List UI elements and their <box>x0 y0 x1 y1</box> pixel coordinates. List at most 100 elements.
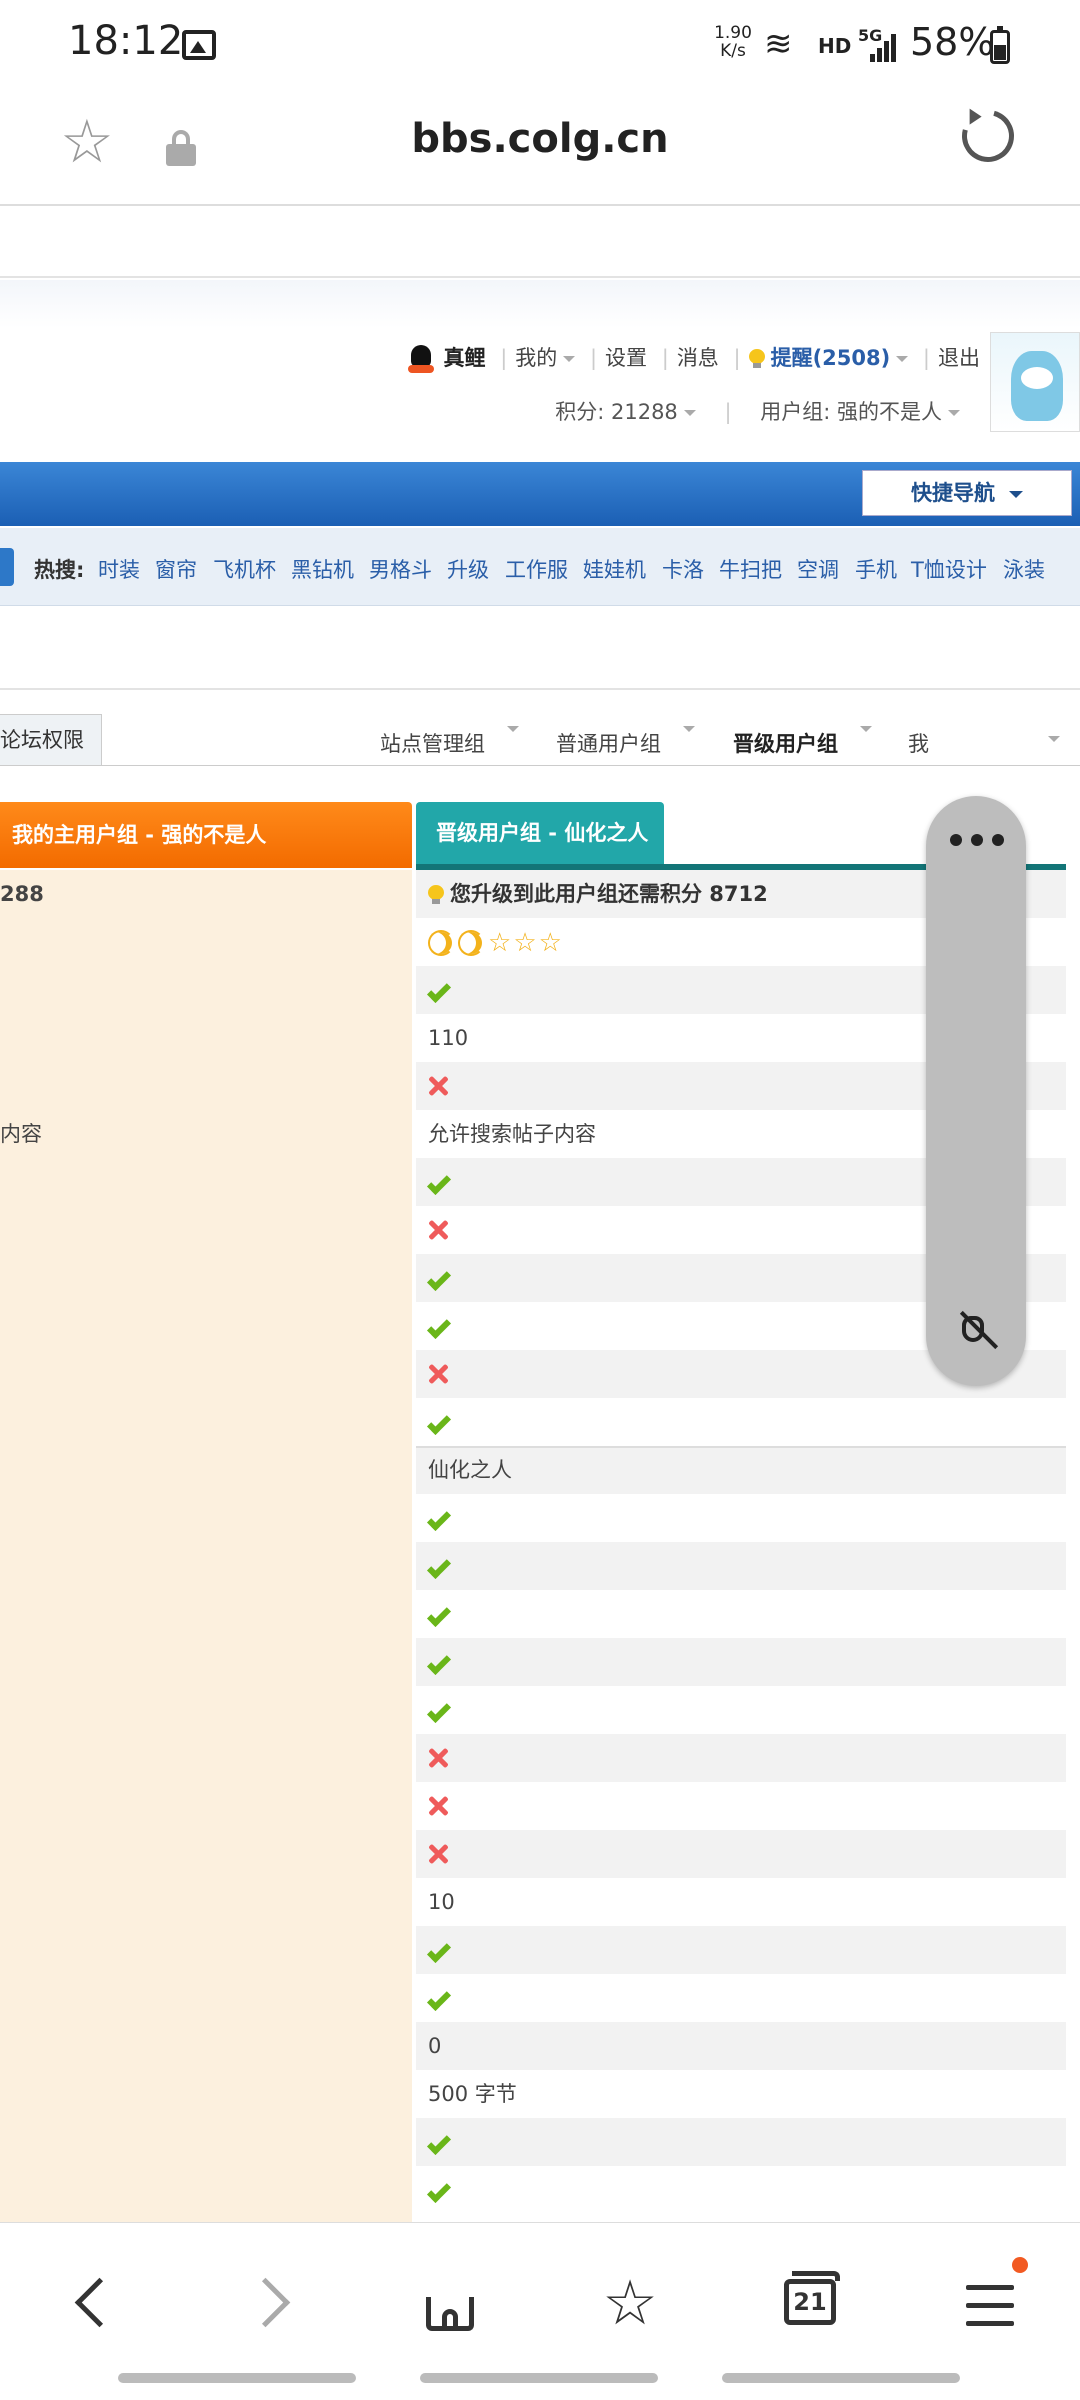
search-button[interactable] <box>0 548 14 586</box>
check-icon <box>426 1314 452 1340</box>
quick-nav-button[interactable]: 快捷导航 <box>862 470 1072 516</box>
upgrade-group-header[interactable]: 晋级用户组 - 仙化之人 <box>416 802 664 868</box>
permission-value: 仙化之人 <box>428 1458 512 1482</box>
permission-value: 10 <box>428 1890 455 1914</box>
user-stats: 积分: 21288 | 用户组: 强的不是人 <box>555 396 960 426</box>
permission-row <box>416 1398 1066 1446</box>
clock: 18:12 <box>68 18 184 64</box>
usergroup-link[interactable]: 用户组: 强的不是人 <box>760 400 942 424</box>
hot-keyword[interactable]: 男格斗 <box>369 554 432 584</box>
hot-keyword[interactable]: T恤设计 <box>911 554 987 584</box>
check-icon <box>426 978 452 1004</box>
permission-row <box>416 1542 1066 1590</box>
permission-value: 110 <box>428 1026 469 1050</box>
cross-icon <box>428 1844 448 1864</box>
star-icon: ☆ <box>488 928 512 958</box>
gesture-bar <box>420 2373 658 2383</box>
permission-row <box>416 1782 1066 1830</box>
more-icon[interactable] <box>950 834 1004 846</box>
spacer-area <box>0 606 1080 690</box>
hd-indicator: HD <box>818 34 852 58</box>
chevron-down-icon[interactable] <box>948 410 960 416</box>
chevron-down-icon[interactable] <box>683 410 696 416</box>
moon-icon <box>458 930 484 956</box>
permission-value: 允许搜索帖子内容 <box>428 1122 596 1146</box>
network-speed: 1.90 K/s <box>714 23 752 61</box>
status-bar: 18:12 1.90 K/s ≋ HD 5G 58% <box>0 0 1080 90</box>
back-icon[interactable] <box>56 2263 136 2343</box>
hot-keyword[interactable]: 泳装 <box>1003 554 1045 584</box>
settings-link[interactable]: 设置 <box>605 346 647 370</box>
tab-my-group[interactable]: 我 <box>908 728 929 758</box>
chevron-down-icon[interactable] <box>1048 736 1060 742</box>
points-link[interactable]: 积分: 21288 <box>555 400 678 424</box>
logout-link[interactable]: 退出 <box>938 346 980 370</box>
bookmarks-icon[interactable]: ☆ <box>590 2263 670 2343</box>
check-icon <box>426 1650 452 1676</box>
check-icon <box>426 1170 452 1196</box>
chevron-down-icon <box>860 726 872 732</box>
url-field[interactable]: bbs.colg.cn <box>0 116 1080 162</box>
cross-icon <box>428 1076 448 1096</box>
web-content: 真鲤 | 我的 | 设置 | 消息 | 提醒(2508) | 退出 积分: 21288 |… <box>0 206 1080 2222</box>
permission-row <box>416 1830 1066 1878</box>
permission-row: 0 <box>416 2022 1066 2070</box>
left-points-cell: 288 <box>0 882 44 906</box>
hot-keyword[interactable]: 黑钻机 <box>291 554 354 584</box>
messages-link[interactable]: 消息 <box>677 346 719 370</box>
hot-search-label: 热搜: <box>34 558 85 582</box>
gallery-notification-icon <box>182 30 216 60</box>
chevron-down-icon[interactable] <box>563 356 576 362</box>
section-divider <box>416 1446 1066 1448</box>
hot-keyword[interactable]: 工作服 <box>505 554 568 584</box>
permission-row <box>416 1686 1066 1734</box>
wifi-icon: ≋ <box>764 24 793 64</box>
username-link[interactable]: 真鲤 <box>444 346 486 370</box>
permission-row: 500 字节 <box>416 2070 1066 2118</box>
hot-keyword[interactable]: 娃娃机 <box>583 554 646 584</box>
reminder-link[interactable]: 提醒(2508) <box>771 346 891 370</box>
tabs-icon[interactable]: 21 <box>770 2263 850 2343</box>
hot-keyword[interactable]: 飞机杯 <box>213 554 276 584</box>
page-top-strip <box>0 206 1080 278</box>
star-icon: ☆ <box>538 928 562 958</box>
hot-keyword[interactable]: 卡洛 <box>662 554 704 584</box>
chevron-down-icon <box>683 726 695 732</box>
hot-keyword[interactable]: 手机 <box>855 554 897 584</box>
permission-row <box>416 1590 1066 1638</box>
permission-value: 500 字节 <box>428 2082 517 2106</box>
tab-forum-permissions[interactable]: 论坛权限 <box>0 714 102 766</box>
signal-bars-icon <box>870 30 898 62</box>
check-icon <box>426 2178 452 2204</box>
avatar[interactable] <box>990 332 1080 432</box>
permission-row <box>416 1926 1066 1974</box>
permission-row <box>416 2118 1066 2166</box>
browser-bottom-nav: ☆ 21 <box>0 2222 1080 2400</box>
tab-normal-group[interactable]: 普通用户组 <box>556 726 695 758</box>
mute-sound-icon[interactable] <box>956 1310 999 1352</box>
tab-admin-group[interactable]: 站点管理组 <box>380 726 519 758</box>
permission-row: 仙化之人 <box>416 1446 1066 1494</box>
gesture-bar <box>118 2373 356 2383</box>
chevron-down-icon[interactable] <box>896 356 909 362</box>
floating-panel[interactable] <box>926 796 1026 1386</box>
notification-dot <box>1012 2257 1028 2273</box>
bulb-icon <box>428 885 444 905</box>
check-icon <box>426 1266 452 1292</box>
cross-icon <box>428 1364 448 1384</box>
group-tab-row: 论坛权限 站点管理组 普通用户组 晋级用户组 我 <box>0 692 1080 766</box>
hot-keyword[interactable]: 窗帘 <box>155 554 197 584</box>
hot-keyword[interactable]: 空调 <box>797 554 839 584</box>
hot-keyword[interactable]: 牛扫把 <box>719 554 782 584</box>
star-icon: ☆ <box>513 928 537 958</box>
my-link[interactable]: 我的 <box>515 346 557 370</box>
home-icon[interactable] <box>410 2263 490 2343</box>
user-toolbar: 真鲤 | 我的 | 设置 | 消息 | 提醒(2508) | 退出 <box>407 342 980 373</box>
tab-upgrade-group[interactable]: 晋级用户组 <box>733 726 872 758</box>
hot-keyword[interactable]: 时装 <box>98 554 140 584</box>
menu-icon[interactable] <box>952 2257 1032 2343</box>
address-bar: ☆ bbs.colg.cn <box>0 90 1080 206</box>
chevron-down-icon <box>507 726 519 732</box>
hot-keyword[interactable]: 升级 <box>447 554 489 584</box>
forward-icon[interactable] <box>232 2263 312 2343</box>
